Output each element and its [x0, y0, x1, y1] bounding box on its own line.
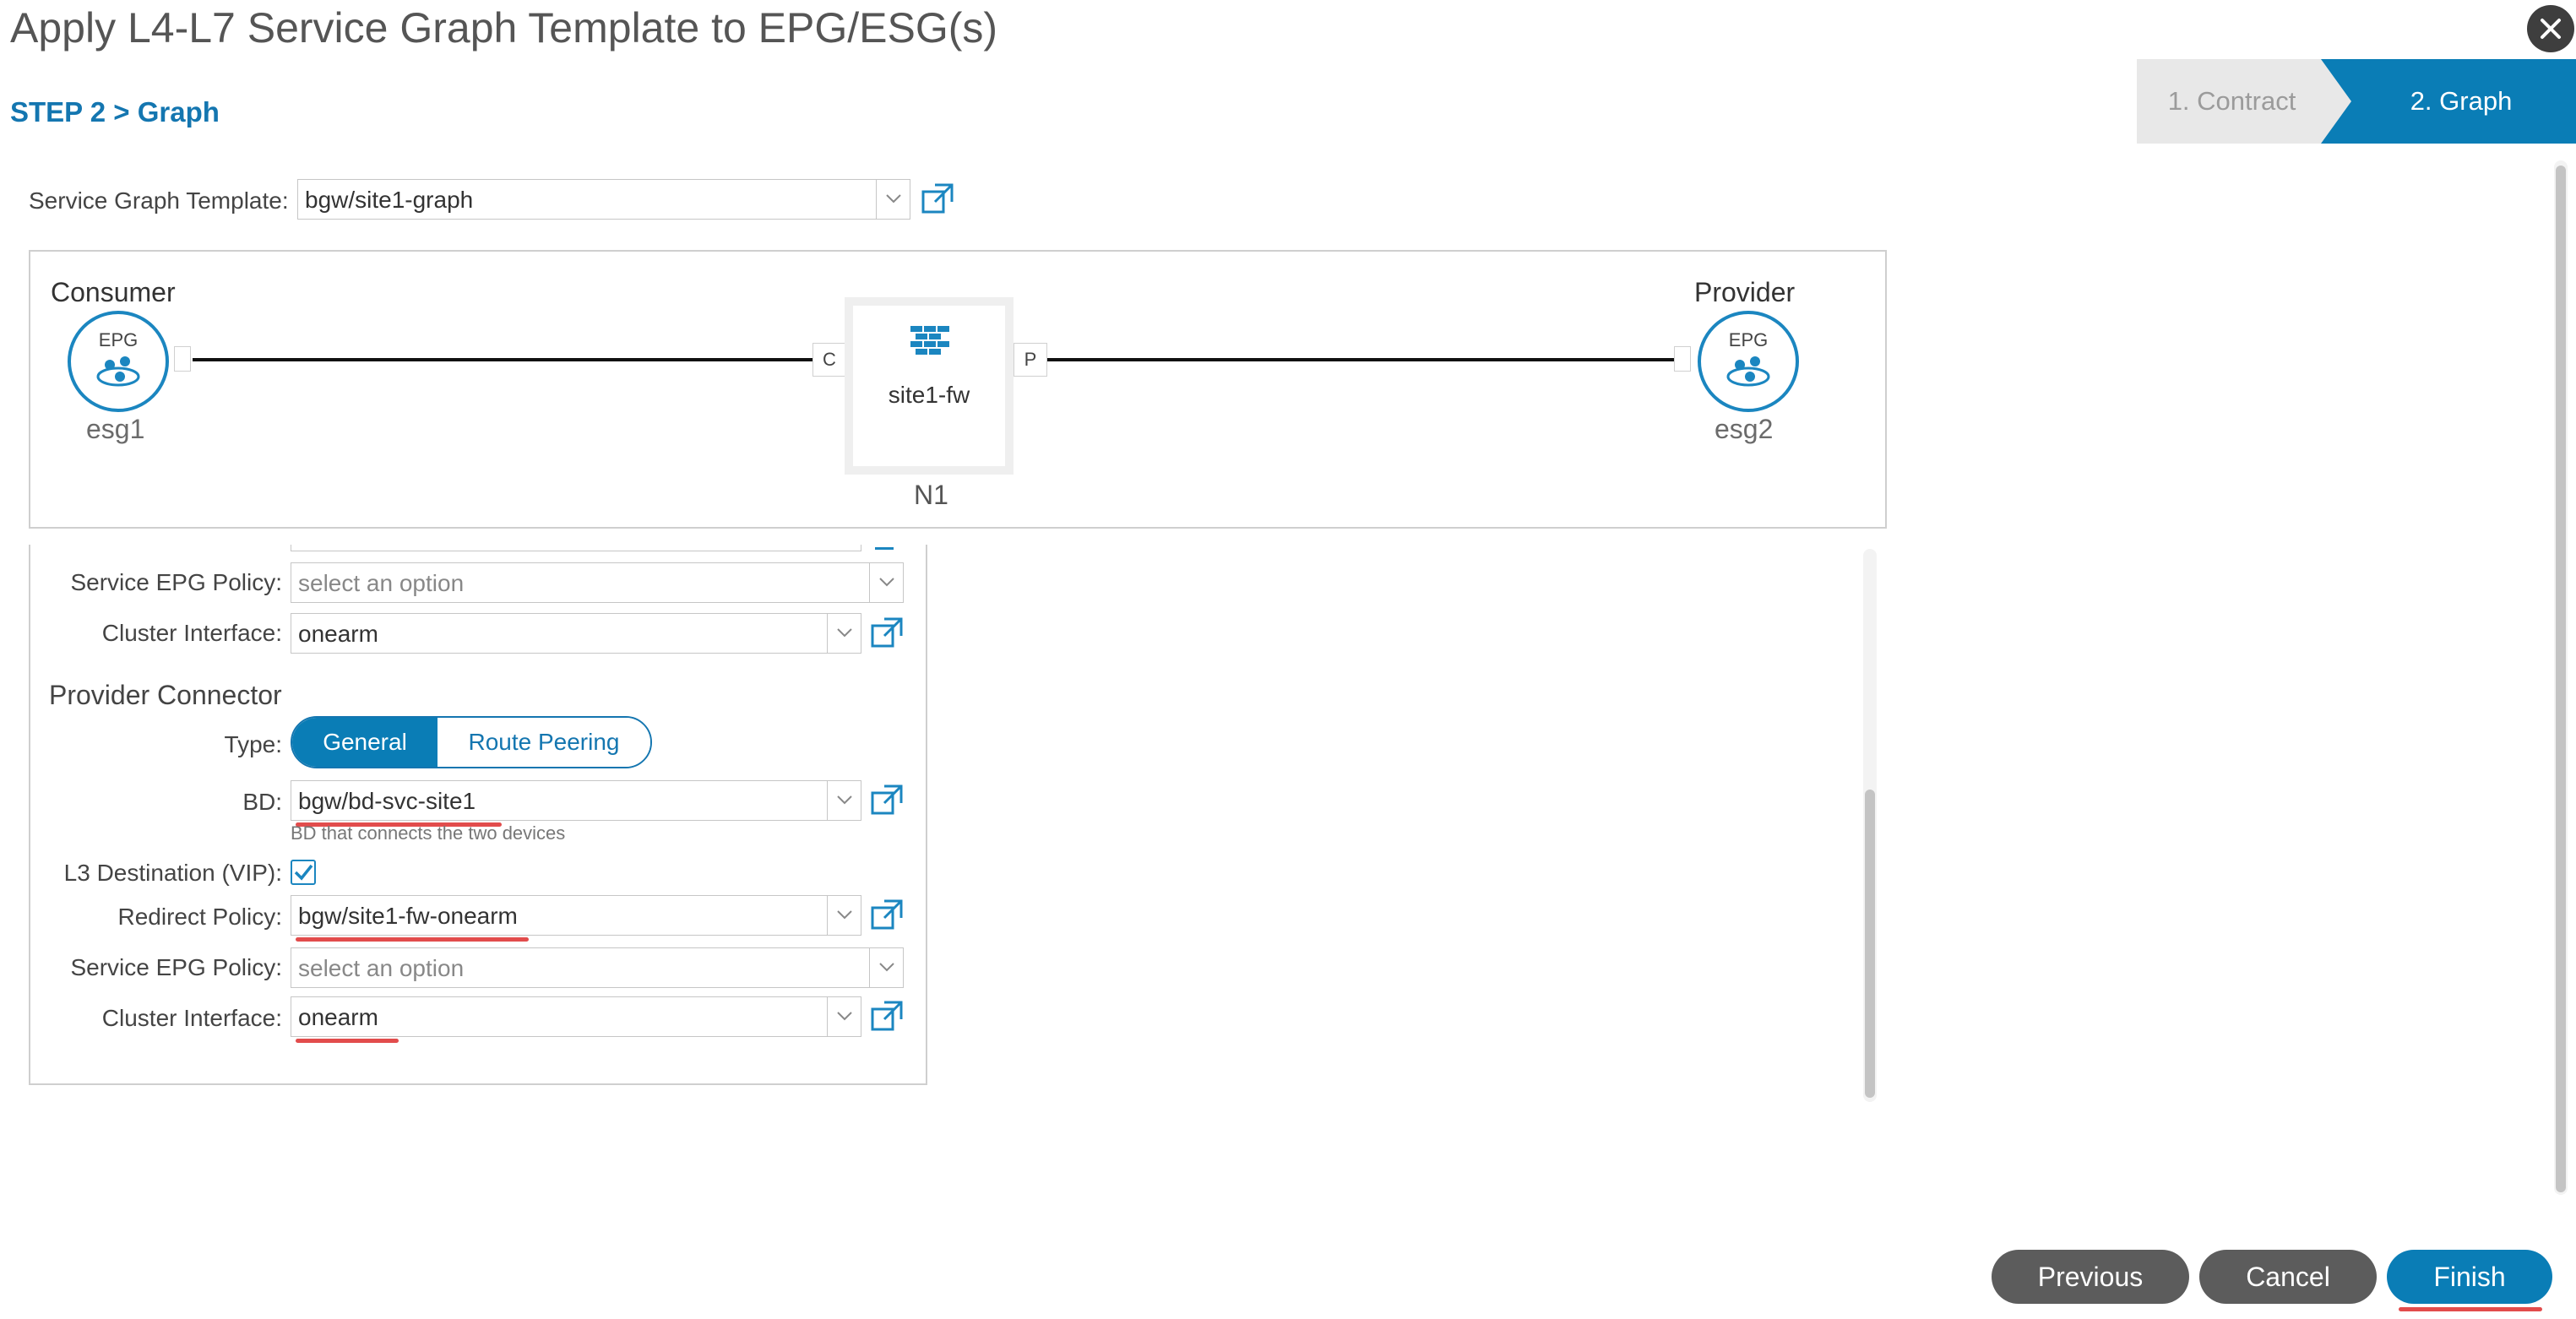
- node-name: site1-fw: [888, 382, 970, 408]
- finish-highlight-underline: [2399, 1307, 2542, 1311]
- clipped-select: [291, 545, 861, 551]
- service-node[interactable]: site1-fw: [845, 297, 1014, 475]
- cancel-button[interactable]: Cancel: [2199, 1250, 2377, 1304]
- provider-epg-name: esg2: [1715, 414, 1774, 444]
- wizard-step-graph[interactable]: 2. Graph: [2321, 59, 2576, 144]
- template-value: bgw/site1-graph: [305, 187, 474, 213]
- chevron-down-icon[interactable]: [827, 614, 861, 653]
- chevron-down-icon[interactable]: [827, 781, 861, 820]
- chevron-down-icon[interactable]: [876, 180, 910, 219]
- bd-help-text: BD that connects the two devices: [291, 822, 566, 844]
- chevron-down-icon[interactable]: [827, 997, 861, 1036]
- provider-edge: [1047, 358, 1674, 361]
- provider-cluster-interface-label: Cluster Interface:: [101, 1005, 282, 1031]
- consumer-edge: [193, 358, 812, 361]
- external-link-icon[interactable]: [870, 616, 904, 650]
- provider-connector-title: Provider Connector: [49, 680, 282, 710]
- bd-label: BD:: [242, 789, 282, 815]
- epg-badge: EPG: [1728, 329, 1769, 350]
- external-link-icon[interactable]: [870, 784, 904, 817]
- provider-service-epg-select[interactable]: select an option: [291, 947, 904, 988]
- provider-label: Provider: [1694, 277, 1796, 307]
- consumer-epg-node[interactable]: EPG: [68, 311, 169, 412]
- consumer-cluster-interface-value: onearm: [298, 621, 378, 647]
- firewall-icon: [910, 326, 949, 355]
- consumer-label: Consumer: [51, 277, 176, 307]
- provider-anchor: [1674, 346, 1691, 372]
- epg-badge: EPG: [98, 329, 139, 350]
- consumer-connector[interactable]: C: [812, 343, 846, 377]
- redirect-policy-highlight-underline: [296, 937, 529, 942]
- cluster-interface-highlight-underline: [296, 1039, 399, 1043]
- chevron-down-icon[interactable]: [827, 896, 861, 935]
- consumer-cluster-interface-select[interactable]: onearm: [291, 613, 861, 654]
- previous-button[interactable]: Previous: [1992, 1250, 2189, 1304]
- consumer-service-epg-select[interactable]: select an option: [291, 562, 904, 603]
- panel-scrollbar-thumb[interactable]: [1865, 790, 1875, 1098]
- bd-value: bgw/bd-svc-site1: [298, 788, 476, 814]
- chevron-down-icon[interactable]: [869, 563, 903, 602]
- chevron-down-icon[interactable]: [869, 948, 903, 987]
- step-label: STEP 2 > Graph: [10, 96, 220, 128]
- l3-destination-label: L3 Destination (VIP):: [63, 860, 282, 886]
- consumer-anchor: [174, 346, 191, 372]
- epg-icon: [1726, 356, 1770, 387]
- provider-cluster-interface-value: onearm: [298, 1004, 378, 1030]
- redirect-policy-label: Redirect Policy:: [117, 904, 282, 930]
- provider-service-epg-placeholder: select an option: [298, 955, 465, 981]
- checkmark-icon: [294, 864, 313, 881]
- type-label: Type:: [224, 731, 282, 757]
- template-select[interactable]: bgw/site1-graph: [297, 179, 910, 220]
- external-link-icon[interactable]: [870, 898, 904, 932]
- consumer-service-epg-label: Service EPG Policy:: [70, 569, 282, 595]
- close-icon: [2541, 19, 2561, 39]
- external-link-icon[interactable]: [921, 182, 954, 216]
- provider-connector[interactable]: P: [1014, 343, 1047, 377]
- external-link-icon[interactable]: [870, 1000, 904, 1034]
- consumer-cluster-interface-label: Cluster Interface:: [101, 620, 282, 646]
- bd-select[interactable]: bgw/bd-svc-site1: [291, 780, 861, 821]
- close-button[interactable]: [2527, 5, 2574, 52]
- template-label: Service Graph Template:: [29, 187, 289, 214]
- redirect-policy-select[interactable]: bgw/site1-fw-onearm: [291, 895, 861, 936]
- node-id: N1: [914, 480, 948, 510]
- consumer-service-epg-placeholder: select an option: [298, 570, 465, 596]
- provider-service-epg-label: Service EPG Policy:: [70, 954, 282, 980]
- type-general-option[interactable]: General: [292, 718, 437, 767]
- l3-destination-checkbox[interactable]: [291, 860, 316, 885]
- type-route-peering-option[interactable]: Route Peering: [437, 718, 650, 767]
- type-toggle-group: General Route Peering: [291, 716, 652, 768]
- dialog-title: Apply L4-L7 Service Graph Template to EP…: [10, 4, 998, 52]
- finish-button[interactable]: Finish: [2387, 1250, 2552, 1304]
- main-scrollbar-thumb[interactable]: [2556, 166, 2566, 1192]
- epg-icon: [96, 356, 140, 387]
- provider-epg-node[interactable]: EPG: [1698, 311, 1799, 412]
- consumer-epg-name: esg1: [86, 414, 145, 444]
- clipped-link-icon: [875, 545, 894, 550]
- provider-cluster-interface-select[interactable]: onearm: [291, 996, 861, 1037]
- redirect-policy-value: bgw/site1-fw-onearm: [298, 903, 518, 929]
- wizard-step-contract[interactable]: 1. Contract: [2137, 59, 2352, 144]
